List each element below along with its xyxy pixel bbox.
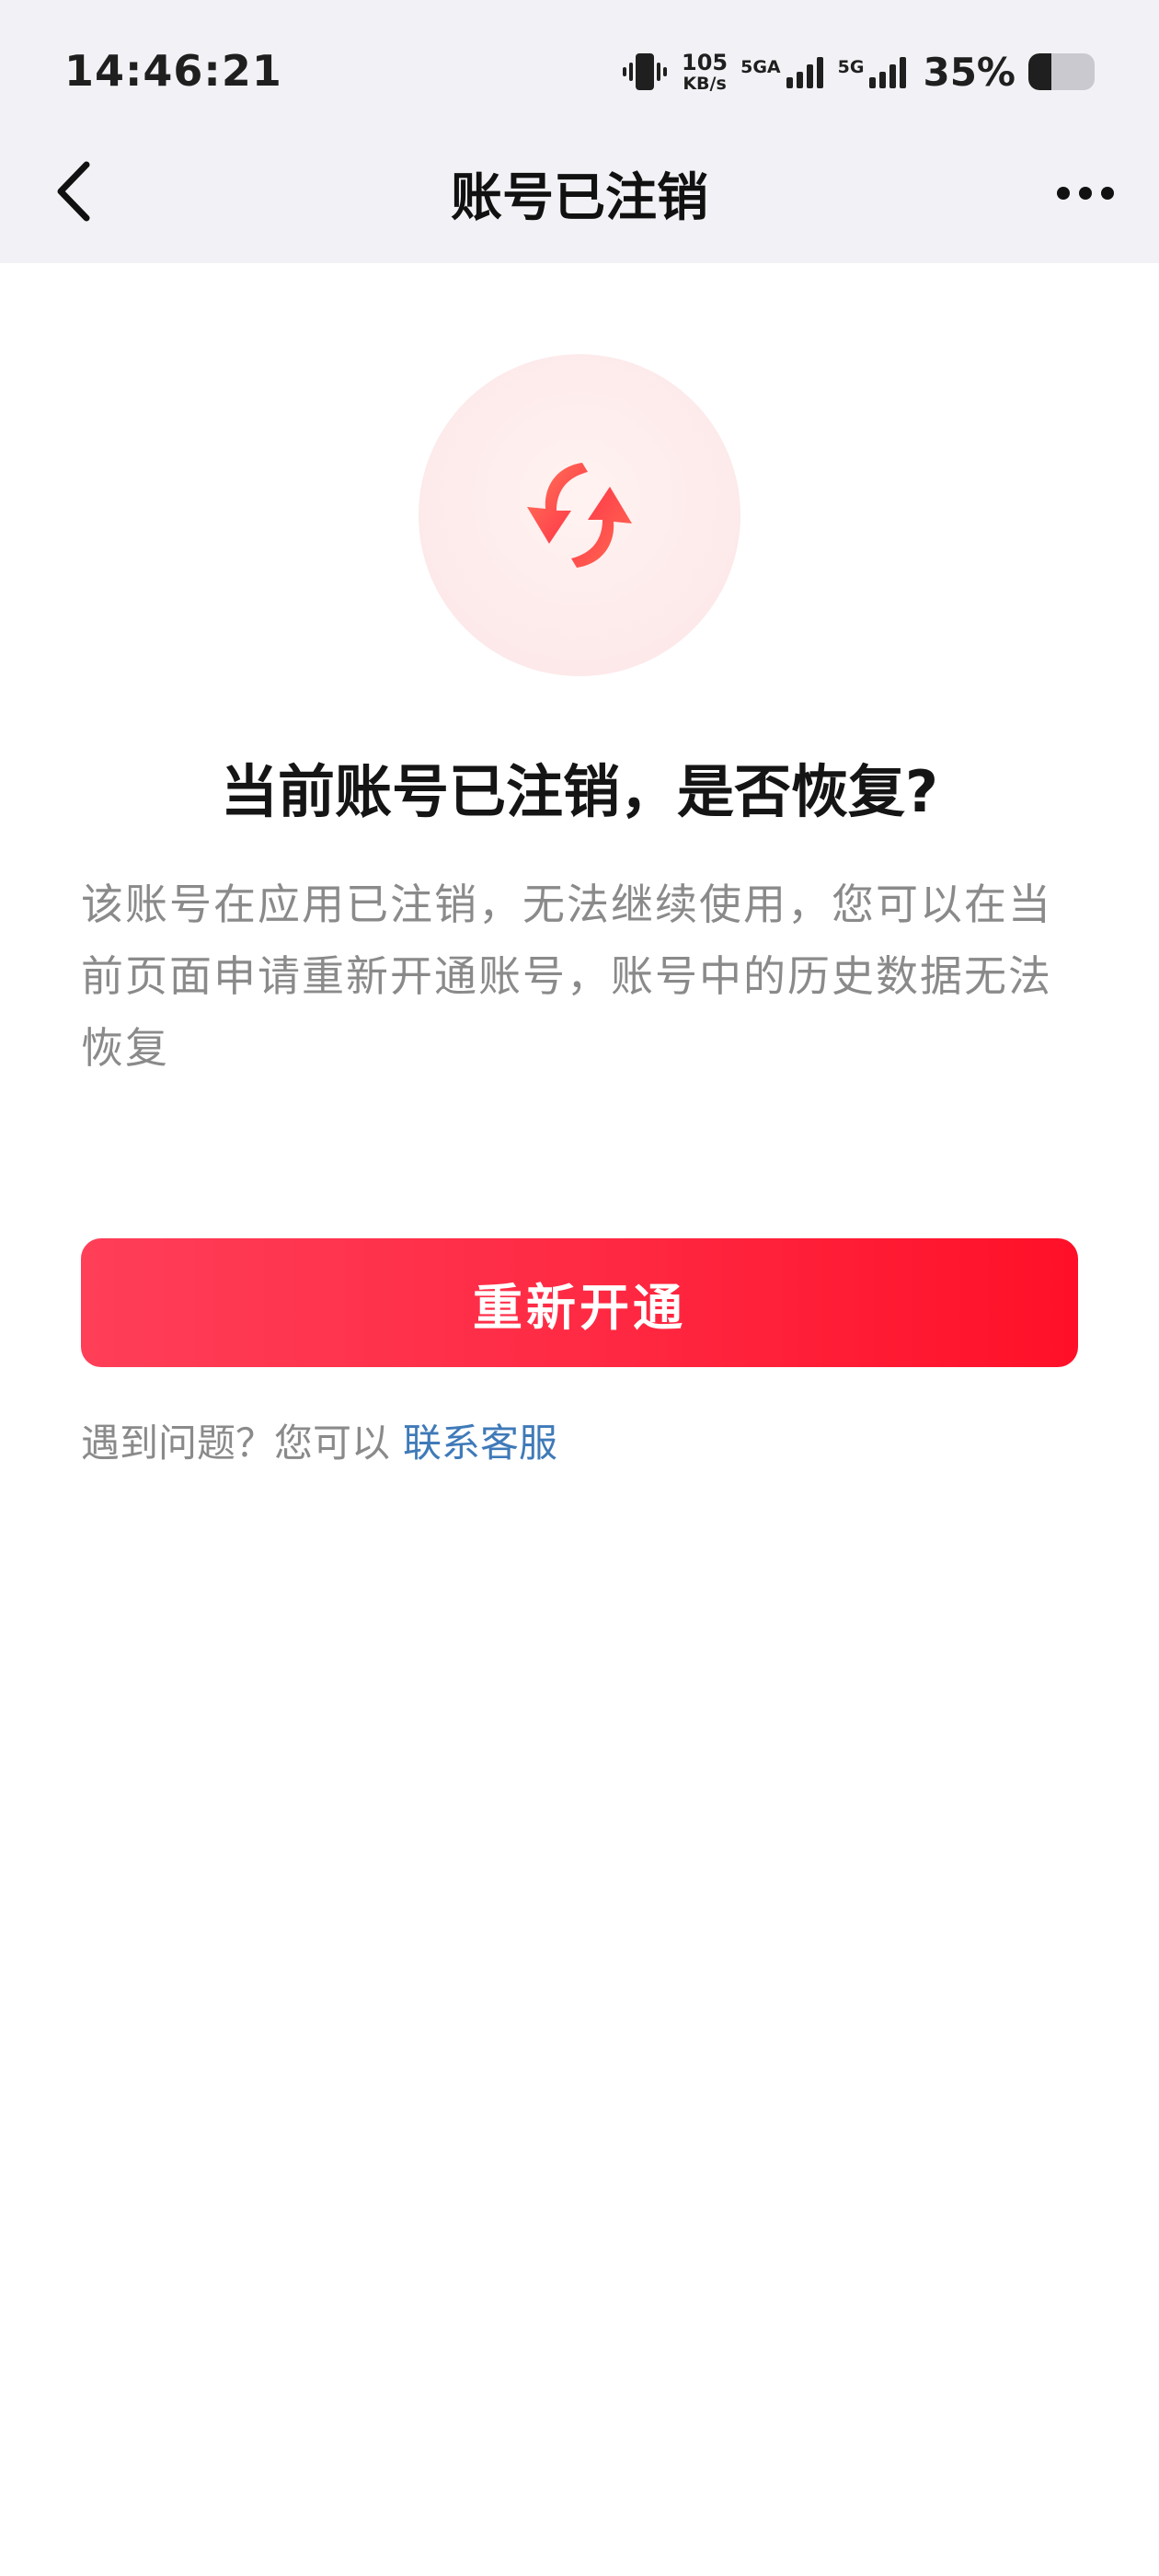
more-horizontal-icon — [1079, 187, 1092, 200]
hero-icon-container — [419, 354, 740, 676]
network-speed-unit: KB/s — [683, 73, 727, 94]
signal-icon — [867, 55, 908, 88]
more-horizontal-icon — [1057, 187, 1070, 200]
signal-icon — [785, 55, 825, 88]
contact-support-link[interactable]: 联系客服 — [403, 1420, 557, 1466]
top-bar: 14:46:21 105 KB/s 5GA 5G 35% 账号已注销 — [0, 0, 1159, 263]
sim1-label: 5GA — [740, 57, 781, 77]
more-button[interactable] — [1039, 161, 1131, 225]
description-text: 该账号在应用已注销，无法继续使用，您可以在当前页面申请重新开通账号，账号中的历史… — [81, 880, 1052, 1073]
reactivate-button[interactable]: 重新开通 — [81, 1238, 1078, 1367]
vibrate-icon — [621, 52, 669, 92]
chevron-left-icon — [57, 161, 90, 222]
network-speed-value: 105 — [682, 49, 729, 75]
status-time: 14:46:21 — [64, 46, 282, 96]
headline: 当前账号已注销，是否恢复? — [221, 758, 938, 825]
sim1-signal: 5GA — [740, 55, 825, 88]
more-horizontal-icon — [1101, 187, 1114, 200]
network-speed: 105 KB/s — [682, 52, 728, 93]
back-button[interactable] — [37, 155, 110, 228]
battery-percent: 35% — [923, 49, 1016, 95]
help-line: 遇到问题？您可以 联系客服 — [81, 1412, 557, 1468]
battery-fill — [1028, 53, 1052, 90]
sim2-signal: 5G — [838, 55, 909, 88]
page-title: 账号已注销 — [451, 168, 708, 228]
refresh-arrows-icon — [527, 463, 632, 568]
battery-icon — [1028, 53, 1095, 90]
help-prefix: 遇到问题？您可以 — [81, 1420, 391, 1466]
sim2-label: 5G — [837, 57, 865, 77]
status-icons: 105 KB/s 5GA 5G 35% — [621, 44, 1095, 99]
